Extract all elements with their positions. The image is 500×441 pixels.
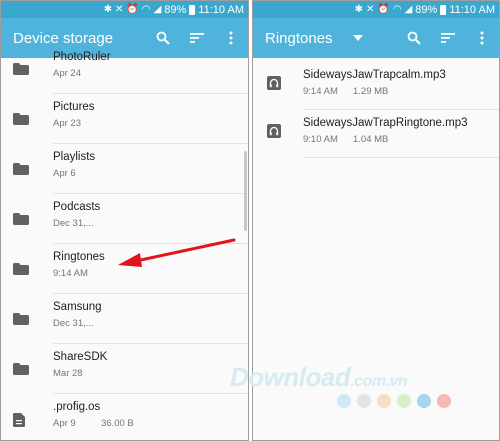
folder-icon [13, 313, 29, 325]
search-button[interactable] [397, 18, 431, 58]
list-item[interactable]: SidewaysJawTrapcalm.mp3 9:14 AM 1.29 MB [253, 62, 499, 110]
search-icon [407, 31, 421, 45]
folder-icon [13, 113, 29, 125]
mute-icon: ✕ [115, 3, 124, 15]
audio-file-icon [267, 124, 281, 138]
status-bar: ✱ ✕ ⏰ ◠ ◢ 89% 11:10 AM [1, 1, 248, 18]
item-name: Playlists [53, 151, 96, 163]
list-item[interactable]: Pictures Apr 23 [1, 94, 248, 144]
battery-icon [189, 4, 196, 15]
signal-icon: ◢ [404, 3, 413, 15]
folder-icon [13, 363, 29, 375]
divider [303, 157, 499, 158]
item-date: 9:14 AM [53, 268, 88, 279]
dot-icon [417, 394, 431, 408]
wifi-icon: ◠ [392, 3, 402, 15]
file-size: 1.29 MB [353, 86, 389, 97]
dot-icon [397, 394, 411, 408]
mute-icon: ✕ [366, 3, 375, 15]
sort-icon [190, 33, 204, 43]
item-date: Dec 31,... [53, 218, 94, 229]
item-name: PhotoRuler [53, 51, 111, 63]
folder-icon [13, 213, 29, 225]
list-item[interactable]: ShareSDK Mar 28 [1, 344, 248, 394]
bluetooth-icon: ✱ [103, 3, 113, 15]
scrollbar[interactable] [244, 151, 247, 231]
signal-icon: ◢ [153, 3, 162, 15]
search-icon [156, 31, 170, 45]
more-options-button[interactable] [465, 18, 499, 58]
battery-percent: 89% [415, 3, 438, 16]
folder-dropdown-button[interactable] [333, 18, 383, 58]
more-vert-icon [229, 31, 233, 45]
dot-icon [377, 394, 391, 408]
battery-percent: 89% [164, 3, 187, 16]
alarm-icon: ⏰ [377, 3, 390, 15]
dot-icon [357, 394, 371, 408]
item-name: ShareSDK [53, 351, 108, 363]
clock: 11:10 AM [449, 3, 495, 16]
file-icon [13, 413, 25, 427]
item-date: Dec 31,... [53, 318, 94, 329]
item-date: Apr 9 [53, 418, 76, 429]
status-bar: ✱ ✕ ⏰ ◠ ◢ 89% 11:10 AM [253, 1, 499, 18]
item-name: Samsung [53, 301, 102, 313]
folder-icon [13, 63, 29, 75]
item-name: Ringtones [53, 251, 105, 263]
pointer-arrow-icon [118, 238, 236, 267]
watermark-sub: .com.vn [350, 373, 408, 390]
clock: 11:10 AM [198, 3, 244, 16]
dot-icon [337, 394, 351, 408]
device-storage-screen: ✱ ✕ ⏰ ◠ ◢ 89% 11:10 AM Device storage Ph… [0, 0, 249, 441]
watermark-dots [337, 394, 451, 408]
dropdown-arrow-icon [352, 35, 363, 41]
item-name: Podcasts [53, 201, 101, 213]
alarm-icon: ⏰ [126, 3, 139, 15]
item-date: Apr 23 [53, 118, 81, 129]
item-date: Apr 24 [53, 68, 81, 79]
dot-icon [437, 394, 451, 408]
file-size: 1.04 MB [353, 134, 389, 145]
list-item[interactable]: Playlists Apr 6 [1, 144, 248, 194]
item-name: .profig.os [53, 401, 101, 413]
battery-icon [440, 4, 447, 15]
folder-icon [13, 163, 29, 175]
bluetooth-icon: ✱ [354, 3, 364, 15]
item-date: Mar 28 [53, 368, 83, 379]
sort-icon [441, 33, 455, 43]
file-name: SidewaysJawTrapcalm.mp3 [303, 69, 446, 81]
folder-icon [13, 263, 29, 275]
wifi-icon: ◠ [141, 3, 151, 15]
more-vert-icon [480, 31, 484, 45]
watermark-main: Download [230, 362, 351, 392]
list-item[interactable]: PhotoRuler Apr 24 [1, 44, 248, 94]
watermark-logo: Download.com.vn [230, 362, 408, 393]
list-item[interactable]: SidewaysJawTrapRingtone.mp3 9:10 AM 1.04… [253, 110, 499, 158]
item-date: Apr 6 [53, 168, 76, 179]
file-time: 9:14 AM [303, 86, 338, 97]
page-title[interactable]: Ringtones [265, 30, 333, 47]
list-item[interactable]: Samsung Dec 31,... [1, 294, 248, 344]
item-size: 36.00 B [101, 418, 134, 429]
app-bar: Ringtones [253, 18, 499, 58]
item-name: Pictures [53, 101, 95, 113]
audio-file-icon [267, 76, 281, 90]
file-name: SidewaysJawTrapRingtone.mp3 [303, 117, 468, 129]
list-item[interactable]: .profig.os Apr 9 36.00 B [1, 394, 248, 440]
file-time: 9:10 AM [303, 134, 338, 145]
sort-button[interactable] [431, 18, 465, 58]
